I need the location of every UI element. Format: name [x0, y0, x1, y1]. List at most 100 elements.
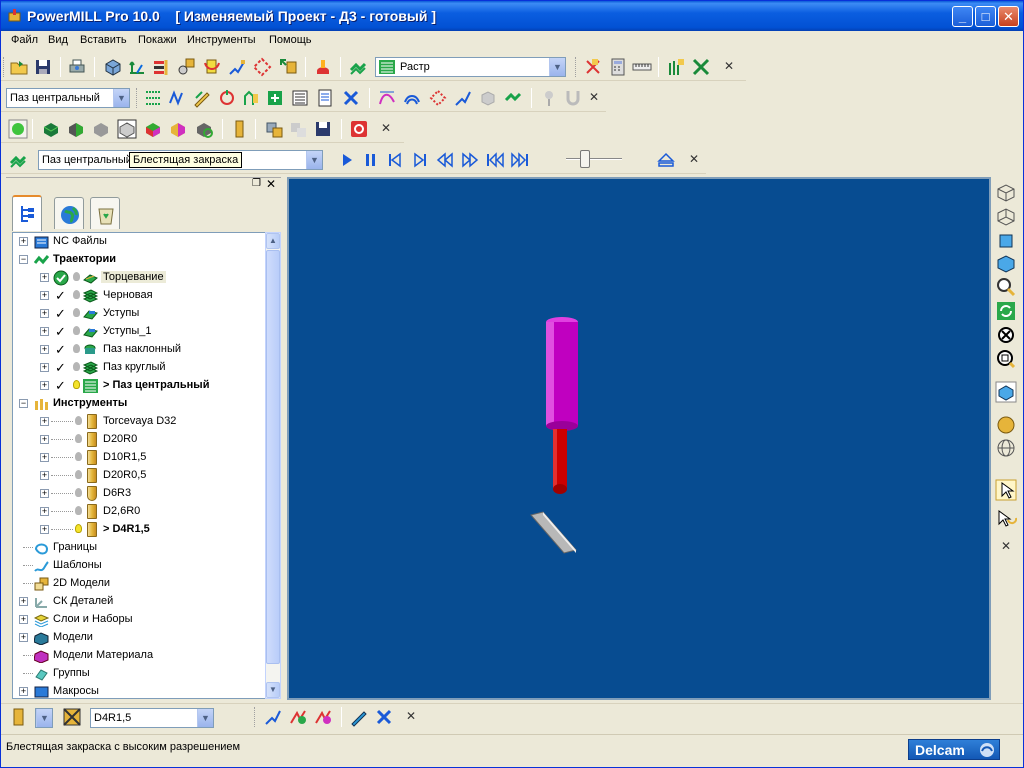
expand-icon[interactable]: + — [40, 525, 49, 534]
expand-icon[interactable]: + — [19, 597, 28, 606]
expand-icon[interactable]: + — [40, 435, 49, 444]
simulation-speed-slider[interactable] — [580, 150, 590, 168]
fast-forward-icon[interactable] — [460, 150, 480, 170]
light-bulb-icon[interactable] — [73, 308, 80, 317]
workplane-icon[interactable] — [127, 57, 147, 77]
toolbar-close-icon[interactable]: ✕ — [404, 709, 418, 723]
tape-icon[interactable] — [632, 57, 652, 77]
shade-grey-icon[interactable] — [91, 119, 111, 139]
view-top-icon[interactable] — [995, 252, 1017, 274]
chevron-down-icon[interactable]: ▼ — [197, 709, 213, 727]
scroll-down-icon[interactable]: ▼ — [266, 682, 280, 698]
collapse-icon[interactable]: − — [19, 255, 28, 264]
menu-tools[interactable]: Инструменты — [187, 34, 256, 46]
pencil-path-icon[interactable] — [192, 88, 212, 108]
toolbar-grip[interactable] — [3, 57, 6, 77]
go-end-icon[interactable] — [510, 150, 530, 170]
light-bulb-icon[interactable] — [75, 488, 82, 497]
expand-icon[interactable]: + — [40, 417, 49, 426]
export-model-icon[interactable] — [264, 119, 284, 139]
lift-path-icon[interactable] — [241, 88, 261, 108]
shade-rainbow-icon[interactable] — [168, 119, 188, 139]
tree-item-toolpath[interactable]: + ✓ Черновая — [13, 287, 265, 305]
zoom-box-icon[interactable] — [995, 348, 1017, 370]
expand-icon[interactable]: + — [40, 489, 49, 498]
light-bulb-on-icon[interactable] — [73, 380, 80, 389]
tool-transform-icon[interactable] — [374, 707, 394, 727]
glossy-shade-icon[interactable] — [117, 119, 137, 139]
simulation-speed-track[interactable] — [566, 158, 622, 160]
calculator-icon[interactable] — [583, 57, 603, 77]
title-bar[interactable]: PowerMILL Pro 10.0 [ Изменяемый Проект -… — [1, 1, 1023, 31]
toolpath-strategy-icon[interactable] — [8, 150, 28, 170]
toolbar-close-icon[interactable]: ✕ — [587, 90, 601, 104]
expand-icon[interactable]: + — [40, 381, 49, 390]
tree-item-patterns[interactable]: Шаблоны — [13, 557, 265, 575]
expand-icon[interactable]: + — [40, 345, 49, 354]
tree-item-toolpath-active[interactable]: + ✓ > Паз центральный — [13, 377, 265, 395]
light-bulb-icon[interactable] — [75, 470, 82, 479]
points-icon[interactable] — [252, 57, 272, 77]
step-forward-icon[interactable] — [410, 150, 430, 170]
shade-refresh-icon[interactable] — [194, 119, 214, 139]
expand-icon[interactable]: + — [40, 453, 49, 462]
check-icon[interactable]: ✓ — [55, 324, 66, 340]
scroll-thumb[interactable] — [266, 250, 280, 664]
expand-icon[interactable]: + — [40, 471, 49, 480]
view-front-icon[interactable] — [995, 229, 1017, 251]
stop-icon[interactable] — [349, 119, 369, 139]
play-icon[interactable] — [337, 150, 357, 170]
tree-item-models[interactable]: + Модели — [13, 629, 265, 647]
step-back-icon[interactable] — [385, 150, 405, 170]
open-folder-icon[interactable] — [9, 57, 29, 77]
toolbar-close-icon[interactable]: ✕ — [999, 539, 1013, 553]
expand-icon[interactable]: + — [40, 327, 49, 336]
light-bulb-icon[interactable] — [75, 452, 82, 461]
light-bulb-icon[interactable] — [73, 344, 80, 353]
tree-item-levels[interactable]: + Слои и Наборы — [13, 611, 265, 629]
tree-item-tool[interactable]: + D20R0,5 — [13, 467, 265, 485]
expand-icon[interactable]: + — [19, 237, 28, 246]
check-icon[interactable]: ✓ — [55, 306, 66, 322]
shade-mixed-icon[interactable] — [66, 119, 86, 139]
tool-type-dropdown[interactable]: ▼ — [35, 708, 53, 728]
wireframe-sphere-icon[interactable] — [995, 437, 1017, 459]
zoom-extents-icon[interactable] — [995, 324, 1017, 346]
toolpath-combo[interactable]: Паз центральный ▼ — [6, 88, 130, 108]
menu-file[interactable]: Файл — [11, 34, 38, 46]
check-icon[interactable]: ✓ — [55, 288, 66, 304]
refresh-icon[interactable] — [995, 300, 1017, 322]
ncprogram-icon[interactable] — [608, 57, 628, 77]
output-icon[interactable] — [666, 57, 686, 77]
render-mode-combo[interactable]: Растр ▼ — [375, 57, 566, 77]
start-point-icon[interactable] — [278, 57, 298, 77]
list-icon[interactable] — [290, 88, 310, 108]
tree-scrollbar[interactable]: ▲ ▼ — [265, 232, 281, 699]
menu-show[interactable]: Покажи — [138, 34, 177, 46]
tree-item-tool[interactable]: + Torcevaya D32 — [13, 413, 265, 431]
expand-icon[interactable]: + — [40, 273, 49, 282]
restore-panel-icon[interactable]: ❐ — [252, 178, 261, 189]
go-start-icon[interactable] — [485, 150, 505, 170]
rotate-path-icon[interactable] — [217, 88, 237, 108]
light-bulb-icon[interactable] — [75, 506, 82, 515]
feeds-icon[interactable] — [151, 57, 171, 77]
select-undo-icon[interactable] — [995, 508, 1017, 530]
shade-multicolor-icon[interactable] — [143, 119, 163, 139]
points-red-icon[interactable] — [428, 88, 448, 108]
toolbar-close-icon[interactable]: ✕ — [379, 121, 393, 135]
chevron-down-icon[interactable]: ▼ — [306, 151, 322, 169]
tree-item-tool[interactable]: + D6R3 — [13, 485, 265, 503]
tree-item-workplanes[interactable]: + СК Деталей — [13, 593, 265, 611]
shade-green-icon[interactable] — [41, 119, 61, 139]
tree-item-stock-models[interactable]: Модели Материала — [13, 647, 265, 665]
select-icon[interactable] — [995, 479, 1017, 501]
graphics-viewport[interactable] — [287, 177, 991, 700]
toolbar-close-icon[interactable]: ✕ — [722, 59, 736, 73]
view-iso1-icon[interactable] — [995, 181, 1017, 203]
shaded-sphere-icon[interactable] — [8, 119, 28, 139]
close-panel-icon[interactable]: ✕ — [266, 177, 276, 191]
minimize-button[interactable]: _ — [952, 6, 973, 27]
toolbar-close-icon[interactable]: ✕ — [687, 152, 701, 166]
transform-icon[interactable] — [341, 88, 361, 108]
